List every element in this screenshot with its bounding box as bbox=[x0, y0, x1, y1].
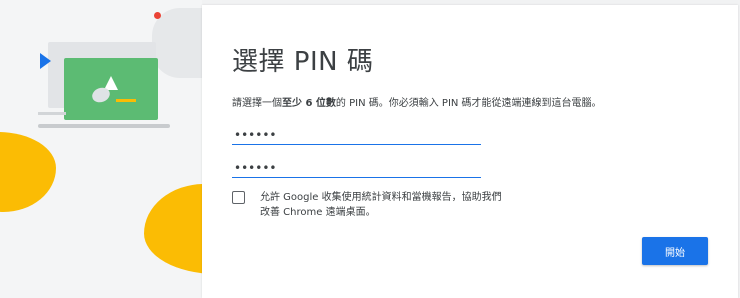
consent-label: 允許 Google 收集使用統計資料和當機報告，協助我們改善 Chrome 遠端… bbox=[260, 192, 502, 218]
confirm-pin-input[interactable] bbox=[232, 159, 481, 178]
laptop-base-decoration bbox=[38, 124, 170, 128]
description-bold: 至少 6 位數 bbox=[282, 98, 336, 109]
start-button[interactable]: 開始 bbox=[642, 237, 708, 265]
red-dot-decoration bbox=[154, 12, 161, 19]
play-triangle-icon bbox=[40, 53, 51, 69]
consent-checkbox[interactable] bbox=[232, 191, 245, 204]
app-frame: 選擇 PIN 碼 請選擇一個至少 6 位數的 PIN 碼。你必須輸入 PIN 碼… bbox=[0, 0, 740, 298]
remote-desktop-illustration bbox=[0, 0, 202, 298]
pin-input[interactable] bbox=[232, 126, 481, 145]
dialog-title: 選擇 PIN 碼 bbox=[232, 47, 374, 77]
laptop-hinge-decoration bbox=[38, 112, 66, 115]
description-prefix: 請選擇一個 bbox=[232, 98, 282, 109]
yellow-blob-right bbox=[144, 184, 202, 274]
description-suffix: 的 PIN 碼。你必須輸入 PIN 碼才能從遠端連線到這台電腦。 bbox=[335, 98, 602, 109]
gray-decoration bbox=[152, 8, 202, 78]
screen-line-decoration bbox=[116, 99, 136, 102]
dialog-description: 請選擇一個至少 6 位數的 PIN 碼。你必須輸入 PIN 碼才能從遠端連線到這… bbox=[232, 94, 602, 109]
pin-dialog: 選擇 PIN 碼 請選擇一個至少 6 位數的 PIN 碼。你必須輸入 PIN 碼… bbox=[202, 5, 738, 298]
yellow-blob-left bbox=[0, 132, 56, 212]
